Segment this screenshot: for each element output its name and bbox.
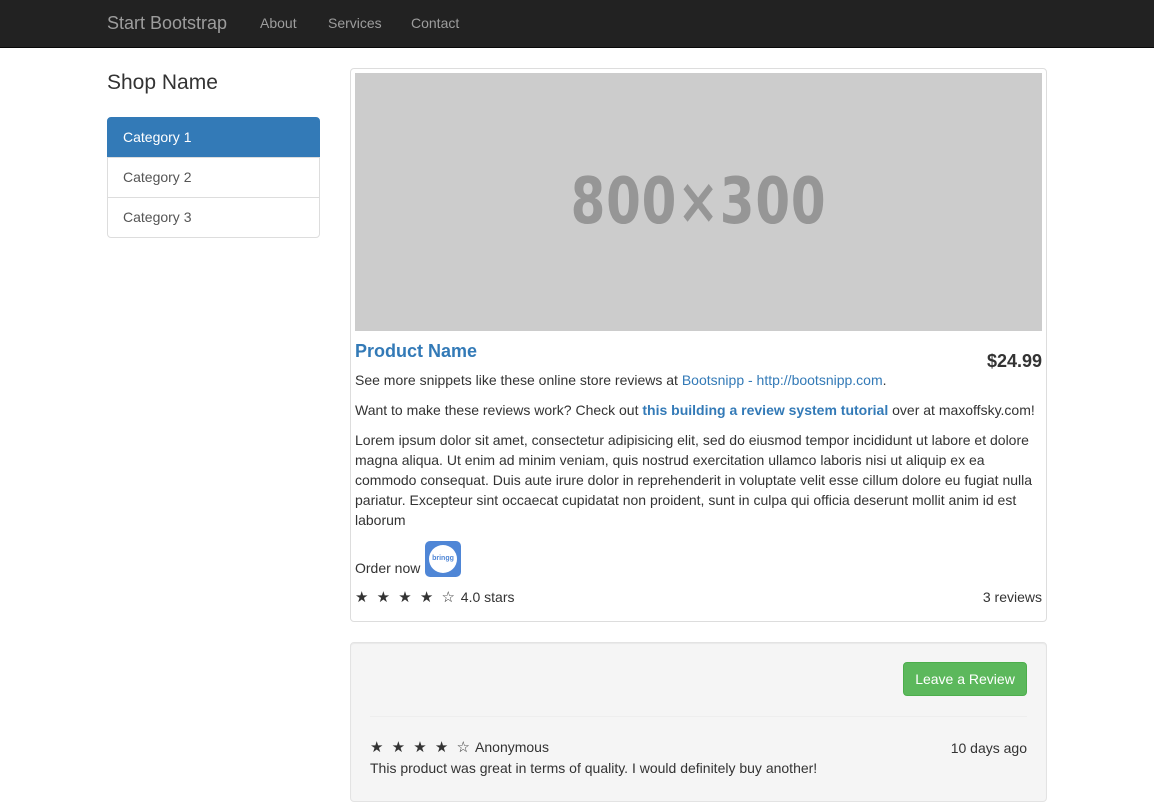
snippets-prefix-text: See more snippets like these online stor… [355, 372, 682, 388]
bringg-icon-label: bringg [429, 545, 457, 573]
nav-link-contact[interactable]: Contact [411, 15, 459, 32]
review-timestamp: 10 days ago [950, 740, 1027, 756]
category-list: Category 1 Category 2 Category 3 [107, 117, 320, 238]
top-navbar: Start Bootstrap About Services Contact [0, 0, 1154, 48]
category-item-1[interactable]: Category 1 [107, 117, 320, 158]
brand-link[interactable]: Start Bootstrap [107, 12, 227, 34]
review-text: This product was great in terms of quali… [370, 760, 818, 776]
product-description: Lorem ipsum dolor sit amet, consectetur … [355, 432, 1033, 528]
product-image: 800×300 [355, 73, 1042, 331]
tutorial-link[interactable]: this building a review system tutorial [642, 402, 888, 418]
reviews-divider [370, 716, 1027, 717]
leave-review-button[interactable]: Leave a Review [903, 662, 1027, 696]
product-name-link[interactable]: Product Name [355, 340, 477, 362]
order-now-label: Order now [355, 560, 421, 576]
category-item-2[interactable]: Category 2 [107, 157, 320, 198]
reviews-count: 3 reviews [982, 589, 1042, 605]
bootsnipp-link[interactable]: Bootsnipp - http://bootsnipp.com [682, 372, 883, 388]
review-author: Anonymous [475, 739, 549, 755]
product-image-size-label: 800×300 [570, 165, 827, 239]
tutorial-suffix-text: over at maxoffsky.com! [888, 402, 1035, 418]
product-price: $24.99 [986, 351, 1042, 371]
shop-name-heading: Shop Name [107, 71, 218, 94]
rating-stars-icon: ★ ★ ★ ★ ☆ [355, 589, 457, 606]
category-item-3[interactable]: Category 3 [107, 197, 320, 238]
nav-link-services[interactable]: Services [328, 15, 382, 32]
tutorial-paragraph: Want to make these reviews work? Check o… [355, 400, 1045, 420]
snippets-paragraph: See more snippets like these online stor… [355, 370, 1045, 390]
tutorial-prefix-text: Want to make these reviews work? Check o… [355, 402, 643, 418]
rating-label: 4.0 stars [460, 589, 515, 605]
bringg-icon[interactable]: bringg [425, 541, 461, 577]
nav-link-about[interactable]: About [260, 15, 297, 32]
review-stars-icon: ★ ★ ★ ★ ☆ [370, 739, 472, 756]
reviews-panel: Leave a Review ★ ★ ★ ★ ☆ Anonymous 10 da… [350, 642, 1047, 802]
snippets-suffix-text: . [882, 372, 887, 388]
product-rating: ★ ★ ★ ★ ☆ 4.0 stars [355, 587, 515, 608]
review-header: ★ ★ ★ ★ ☆ Anonymous [370, 737, 549, 758]
product-card: 800×300 Product Name $24.99 See more sni… [350, 68, 1047, 622]
